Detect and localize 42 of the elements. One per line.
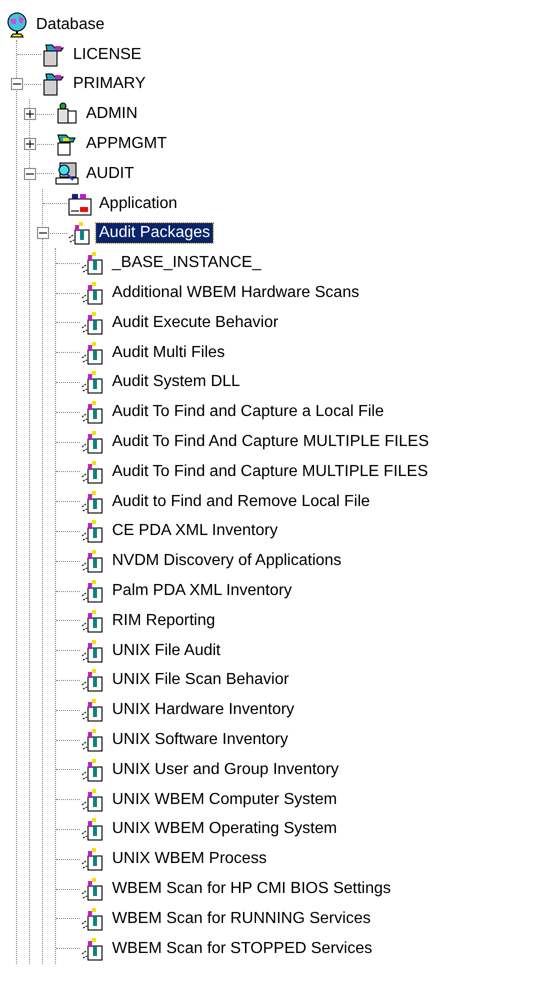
tree-item[interactable]: RIM Reporting [109,610,218,631]
tree-item[interactable]: AUDIT [83,164,137,184]
tree-item[interactable]: Application [96,194,180,214]
tree-item[interactable]: UNIX File Scan Behavior [109,670,292,690]
tree-item[interactable]: Audit To Find and Capture a Local File [109,402,387,422]
package-icon [41,42,67,68]
tree-item[interactable]: UNIX User and Group Inventory [109,760,342,780]
tree-item[interactable]: Audit System DLL [109,372,244,392]
plus-icon [26,110,34,118]
tree-item[interactable]: UNIX WBEM Operating System [109,819,340,840]
expand-button[interactable] [24,138,36,150]
computer-magnifier-icon [54,160,80,187]
plus-icon [26,140,34,148]
tree-item[interactable]: Audit to Find and Remove Local File [109,492,373,512]
tree-item[interactable]: ADMIN [83,104,141,124]
tree-item[interactable]: UNIX Software Inventory [109,730,292,750]
tree-item[interactable]: Audit Multi Files [109,342,228,363]
tree-item[interactable]: CE PDA XML Inventory [109,521,281,542]
tree-item[interactable]: Audit Packages [96,223,214,244]
collapse-button[interactable] [37,227,49,240]
collapse-button[interactable] [24,168,36,180]
tree-item[interactable]: Audit Execute Behavior [109,312,282,333]
expand-button[interactable] [24,108,36,120]
tree-item[interactable]: UNIX WBEM Process [109,849,270,870]
package-icon [41,71,67,98]
tree-item[interactable]: Audit To Find And Capture MULTIPLE FILES [109,432,432,452]
tree-item[interactable]: Additional WBEM Hardware Scans [109,283,362,304]
tree-item[interactable]: WBEM Scan for STOPPED Services [109,938,376,959]
tree-item[interactable]: Palm PDA XML Inventory [109,581,295,602]
tree-item[interactable]: APPMGMT [83,134,170,154]
tree-item[interactable]: WBEM Scan for HP CMI BIOS Settings [109,879,394,899]
tree-item[interactable]: WBEM Scan for RUNNING Services [109,908,374,929]
tree-item[interactable]: Database [33,14,108,35]
tree-item[interactable]: UNIX File Audit [109,640,224,661]
tree-item[interactable]: PRIMARY [70,74,149,94]
tree-item[interactable]: Audit To Find and Capture MULTIPLE FILES [109,462,432,482]
tree-item[interactable]: LICENSE [70,44,144,65]
tree-item[interactable]: NVDM Discovery of Applications [109,551,344,572]
collapse-button[interactable] [11,78,23,90]
tree-item[interactable]: _BASE_INSTANCE_ [109,253,264,274]
tree-item[interactable]: UNIX WBEM Computer System [109,790,340,810]
tree-item[interactable]: UNIX Hardware Inventory [109,700,298,720]
